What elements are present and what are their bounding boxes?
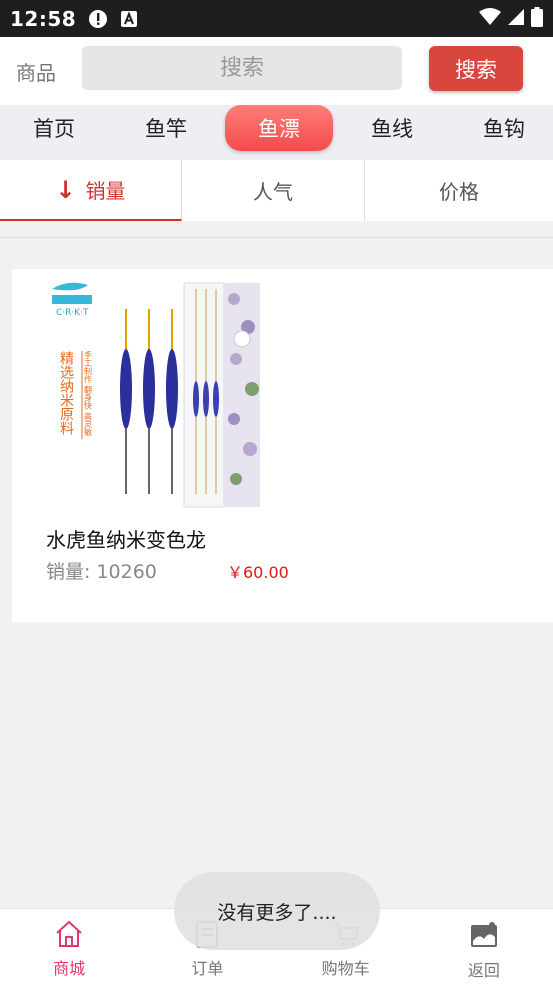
status-bar: 12:58 [0, 0, 553, 37]
tab-fishing-float[interactable]: 鱼漂 [225, 105, 333, 151]
sort-popularity-label: 人气 [253, 180, 293, 204]
sort-arrow-down-icon: ↓ [55, 175, 76, 204]
accessibility-icon [120, 10, 138, 28]
search-header: 商品 搜索 [0, 37, 553, 105]
nav-mall[interactable]: 商城 [0, 909, 138, 984]
home-icon [54, 919, 84, 955]
nav-orders-label: 订单 [191, 959, 224, 978]
category-tabs: 首页 鱼竿 鱼漂 鱼线 鱼钩 [0, 105, 553, 160]
tab-fishing-hook[interactable]: 鱼钩 [450, 105, 553, 151]
divider [0, 237, 553, 238]
sort-by-popularity[interactable]: 人气 [182, 160, 365, 221]
nav-back[interactable]: 返回 [415, 909, 553, 984]
toast-message: 没有更多了.... [174, 872, 380, 950]
product-price: ￥60.00 [227, 563, 289, 582]
nav-mall-label: 商城 [53, 959, 86, 978]
tab-home[interactable]: 首页 [0, 105, 108, 151]
product-image[interactable]: C·R·K·T 精选纳米原料 手工制作 翻身快 高灵敏 [48, 279, 263, 511]
nav-back-label: 返回 [467, 961, 500, 980]
battery-icon [531, 6, 543, 31]
nav-cart-label: 购物车 [321, 959, 370, 978]
sort-bar: ↓ 销量 人气 价格 [0, 160, 553, 221]
wifi-icon [479, 7, 501, 30]
product-card[interactable]: C·R·K·T 精选纳米原料 手工制作 翻身快 高灵敏 水虎鱼纳米变色龙 销量:… [12, 269, 553, 622]
svg-text:精选纳米原料: 精选纳米原料 [58, 351, 74, 435]
back-icon [468, 919, 500, 957]
sort-by-price[interactable]: 价格 [365, 160, 553, 221]
search-category-label: 商品 [16, 60, 56, 85]
brand-logo-icon [52, 282, 92, 304]
signal-icon [507, 8, 525, 30]
svg-text:C·R·K·T: C·R·K·T [56, 308, 89, 318]
svg-text:手工制作 翻身快 高灵敏: 手工制作 翻身快 高灵敏 [84, 350, 93, 437]
search-input[interactable] [82, 46, 402, 90]
alert-icon [88, 9, 108, 29]
status-time: 12:58 [10, 6, 77, 31]
product-sales-count: 销量: 10260 [46, 561, 157, 583]
tab-fishing-rod[interactable]: 鱼竿 [112, 105, 220, 151]
search-button[interactable]: 搜索 [429, 46, 523, 91]
sort-sales-label: 销量 [85, 179, 126, 203]
sort-by-sales[interactable]: ↓ 销量 [0, 160, 182, 221]
sort-price-label: 价格 [439, 180, 479, 204]
product-name[interactable]: 水虎鱼纳米变色龙 [46, 524, 206, 553]
tab-fishing-line[interactable]: 鱼线 [338, 105, 446, 151]
